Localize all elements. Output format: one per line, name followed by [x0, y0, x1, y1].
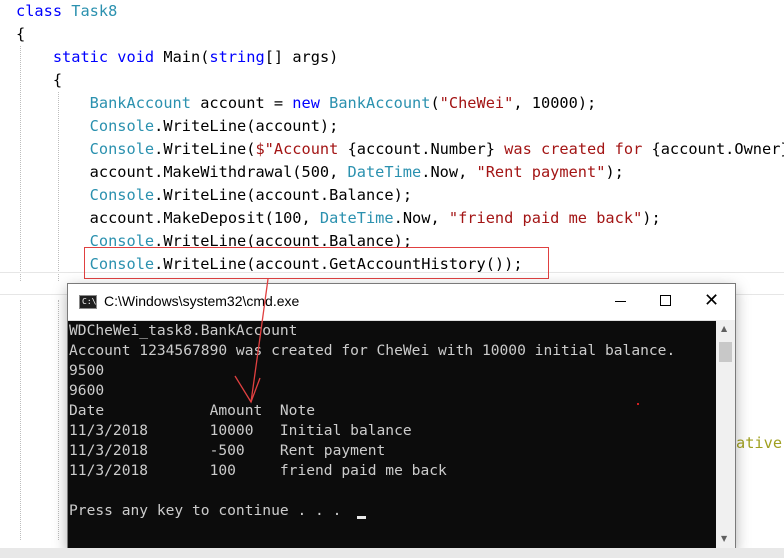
maximize-button[interactable]: [643, 284, 689, 319]
code-token: class: [16, 2, 72, 20]
console-line: 11/3/2018 10000 Initial balance: [69, 422, 412, 439]
code-token: {account.Number}: [347, 140, 495, 158]
code-token: "friend paid me back": [448, 209, 643, 227]
code-token: , 10000);: [513, 94, 597, 112]
minimize-button[interactable]: [597, 284, 643, 319]
code-token: Main(: [163, 48, 210, 66]
window-title: C:\Windows\system32\cmd.exe: [104, 293, 300, 309]
maximize-icon: [660, 295, 671, 306]
code-token: .Now,: [421, 163, 477, 181]
code-token: (: [430, 94, 440, 112]
code-token: static void: [16, 48, 164, 66]
code-token: Console: [16, 186, 155, 204]
code-token: .WriteLine(: [154, 140, 256, 158]
cmd-titlebar[interactable]: C:\ C:\Windows\system32\cmd.exe ✕: [68, 284, 735, 321]
code-token: {: [16, 71, 63, 89]
console-line: 9500: [69, 362, 105, 379]
code-token: DateTime: [347, 163, 422, 181]
scroll-down-icon[interactable]: ▼: [721, 534, 727, 543]
console-line: 11/3/2018 -500 Rent payment: [69, 442, 386, 459]
code-line: Console.WriteLine(account);: [16, 115, 339, 138]
code-token: );: [642, 209, 661, 227]
code-token: string: [209, 48, 265, 66]
console-line: WDCheWei_task8.BankAccount: [69, 322, 298, 339]
minimize-icon: [615, 301, 626, 302]
code-token: BankAccount: [329, 94, 431, 112]
code-token: "CheWei": [439, 94, 514, 112]
code-line: Console.WriteLine($"Account {account.Num…: [16, 138, 784, 161]
code-token: $"Account: [255, 140, 348, 158]
console-line: 11/3/2018 100 friend paid me back: [69, 462, 447, 479]
text-cursor: [357, 516, 366, 519]
code-line: class Task8: [16, 0, 117, 23]
code-token: account.MakeDeposit(100,: [16, 209, 320, 227]
editor-scrollbar[interactable]: [0, 548, 784, 558]
console-line: Account 1234567890 was created for CheWe…: [69, 342, 676, 359]
close-button[interactable]: ✕: [689, 284, 735, 319]
code-token: Console: [16, 140, 155, 158]
code-line: account.MakeDeposit(100, DateTime.Now, "…: [16, 207, 661, 230]
code-token: new: [292, 94, 330, 112]
code-token: BankAccount: [16, 94, 191, 112]
offscreen-code-text: ative: [736, 434, 783, 452]
close-icon: ✕: [704, 290, 720, 311]
code-line: Console.WriteLine(account.Balance);: [16, 184, 412, 207]
code-token: );: [605, 163, 624, 181]
code-token: Console: [16, 117, 155, 135]
code-line: BankAccount account = new BankAccount("C…: [16, 92, 597, 115]
console-line: 9600: [69, 382, 105, 399]
console-line: Date Amount Note: [69, 402, 316, 419]
code-token: .WriteLine(account.Balance);: [154, 186, 413, 204]
console-output: WDCheWei_task8.BankAccount Account 123456…: [68, 320, 716, 550]
scroll-up-icon[interactable]: ▲: [721, 324, 727, 333]
code-line: {: [16, 69, 62, 92]
indent-guide: [20, 300, 21, 540]
console-scrollbar[interactable]: ▲ ▼: [716, 320, 735, 550]
code-token: DateTime: [319, 209, 394, 227]
code-token: .WriteLine(account);: [154, 117, 339, 135]
code-line: {: [16, 23, 25, 46]
scroll-thumb[interactable]: [719, 342, 732, 362]
console-line: Press any key to continue . . .: [69, 502, 351, 519]
code-token: [] args): [264, 48, 339, 66]
code-token: was created for: [494, 140, 652, 158]
code-token: {: [16, 25, 26, 43]
code-token: Task8: [71, 2, 118, 20]
code-line: static void Main(string[] args): [16, 46, 339, 69]
code-line: account.MakeWithdrawal(500, DateTime.Now…: [16, 161, 624, 184]
code-token: account.MakeWithdrawal(500,: [16, 163, 348, 181]
code-token: {account.Owner}: [651, 140, 784, 158]
code-token: "Rent payment": [476, 163, 606, 181]
code-token: account =: [190, 94, 293, 112]
indent-guide: [58, 300, 59, 540]
cmd-window[interactable]: C:\ C:\Windows\system32\cmd.exe ✕ WDCheW…: [68, 284, 735, 550]
highlight-box: [84, 247, 549, 279]
cmd-icon: C:\: [79, 295, 97, 309]
code-token: .Now,: [393, 209, 449, 227]
